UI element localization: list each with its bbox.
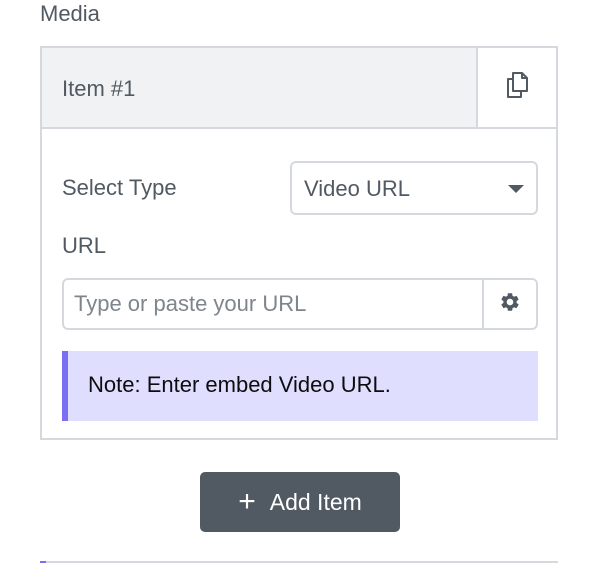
select-type-dropdown[interactable]: Video URL [290,161,538,215]
chevron-down-icon [508,185,524,193]
note-alert: Note: Enter embed Video URL. [62,351,538,421]
dynamic-settings-button[interactable] [484,278,538,330]
duplicate-button[interactable] [476,48,556,127]
url-label: URL [62,233,107,258]
section-divider-accent [40,561,46,563]
select-type-value: Video URL [304,176,410,201]
plus-icon: + [238,485,256,518]
section-label: Media [40,1,100,26]
add-item-button[interactable]: + Add Item [200,472,400,532]
section-divider [40,561,558,563]
item-title[interactable]: Item #1 [62,75,135,103]
note-text: Note: Enter embed Video URL. [88,372,391,397]
repeater-item: Item #1 Select Type Video URL URL Type o… [40,46,558,440]
add-item-label: Add Item [269,489,362,515]
select-type-label: Select Type [62,175,177,200]
duplicate-icon [506,72,528,103]
item-header[interactable]: Item #1 [42,48,556,129]
gear-icon [499,291,521,318]
media-control-panel: Media Item #1 Select Type Video URL URL … [0,0,600,564]
item-body: Select Type Video URL URL Note: Enter em… [42,129,556,438]
url-input[interactable] [62,278,484,330]
